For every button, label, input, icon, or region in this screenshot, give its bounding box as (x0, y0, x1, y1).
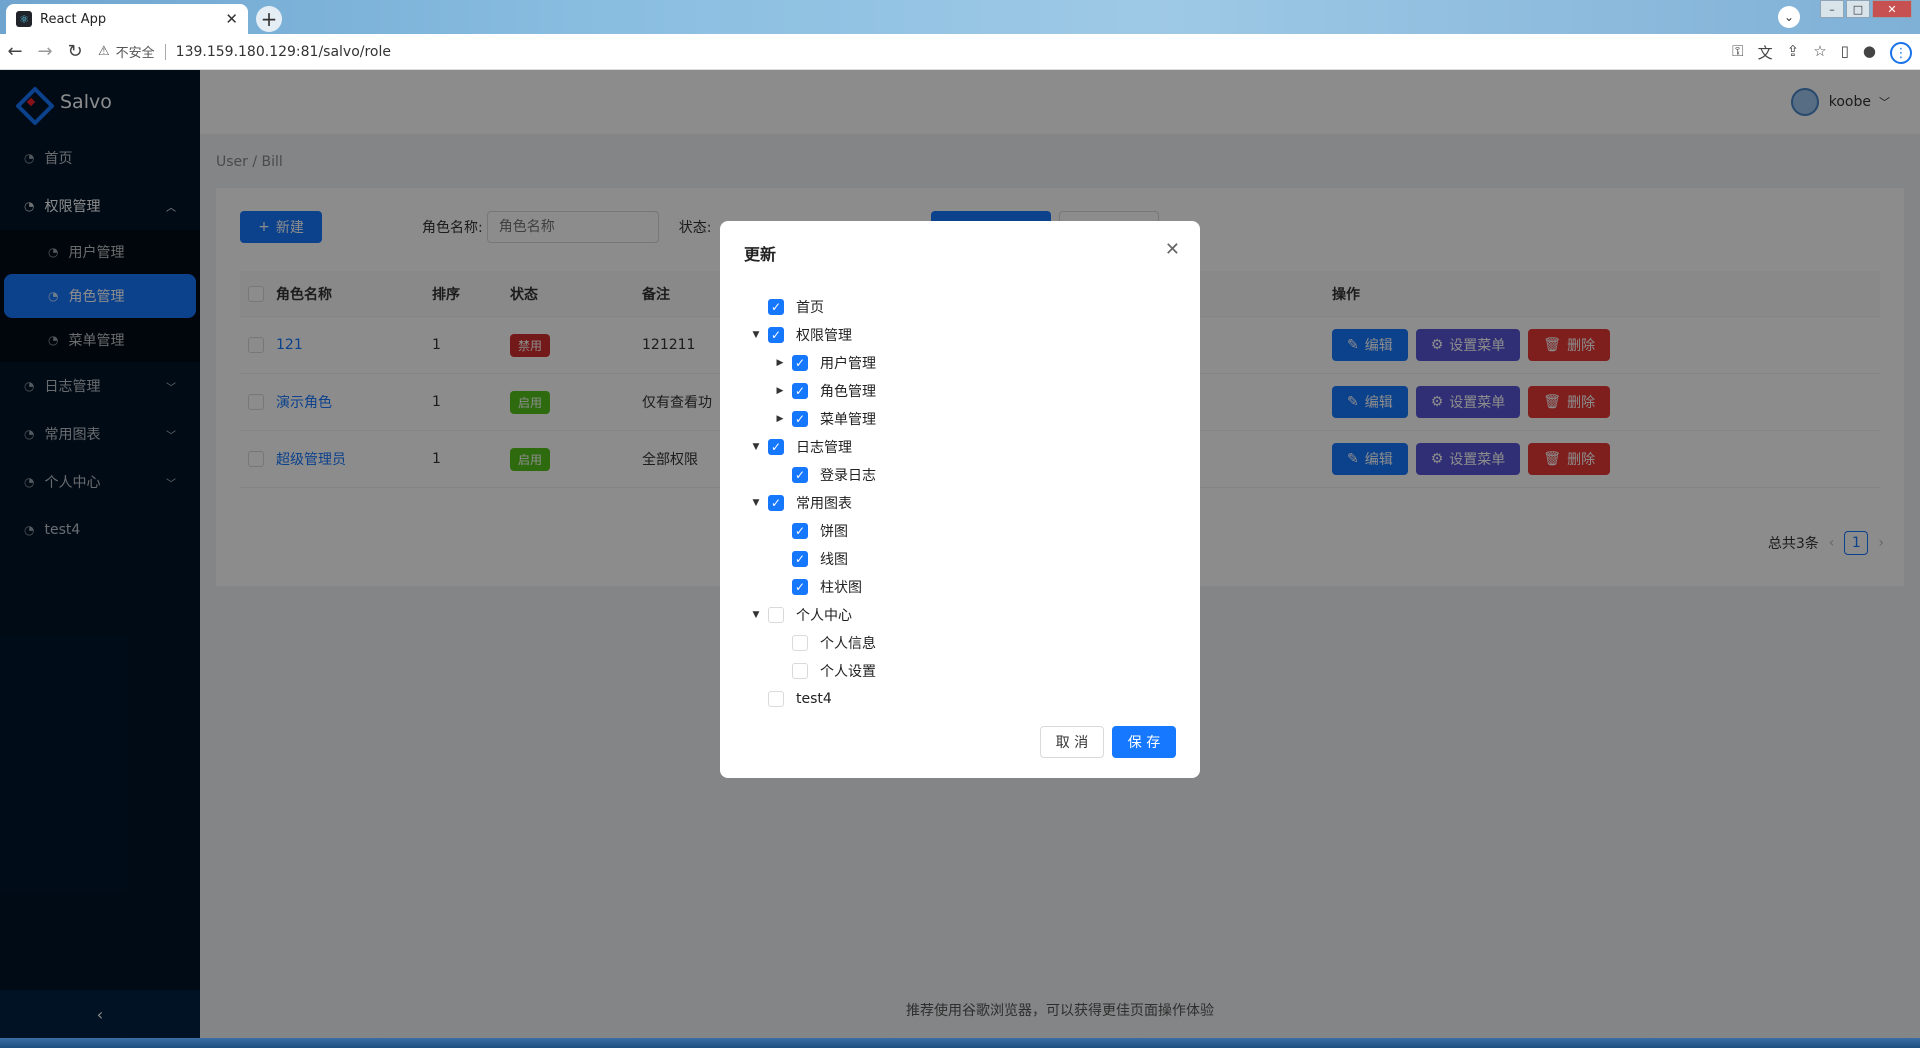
tree-node-label: 个人设置 (820, 664, 876, 680)
maximize-button[interactable]: □ (1846, 0, 1870, 18)
caret-right-icon[interactable]: ▶ (768, 414, 792, 424)
tree-node[interactable]: ✓ 饼图 (744, 517, 876, 545)
tree-node-label: test4 (796, 691, 832, 707)
divider (164, 43, 166, 60)
tree-checkbox[interactable]: ✓ (768, 327, 784, 343)
minimize-button[interactable]: – (1820, 0, 1844, 18)
window-controls: – □ ✕ (1820, 0, 1912, 18)
toolbar-actions: ⚿ 文 ⇪ ☆ ▯ ● ⋮ (1732, 42, 1912, 64)
update-modal: 更新 ✕ ✓ 首页 ▼ ✓ 权限管理 ▶ ✓ 用户管理 ▶ ✓ 角色管理 ▶ ✓ 菜单管理 ▼ ✓ 日… (720, 221, 1200, 778)
url-text[interactable]: 139.159.180.129:81/salvo/role (176, 44, 391, 60)
tree-checkbox[interactable] (768, 691, 784, 707)
tree-node[interactable]: ▼ 个人中心 (744, 601, 876, 629)
window-close-button[interactable]: ✕ (1872, 0, 1912, 18)
tree-checkbox[interactable]: ✓ (792, 579, 808, 595)
bookmark-star-icon[interactable]: ☆ (1813, 42, 1826, 64)
react-icon: ⚛ (16, 11, 32, 27)
back-icon[interactable]: ← (0, 41, 30, 62)
warning-icon: ⚠ (98, 44, 110, 59)
modal-footer: 取 消 保 存 (1040, 726, 1176, 758)
save-button[interactable]: 保 存 (1112, 726, 1176, 758)
tree-node-label: 线图 (820, 552, 848, 568)
caret-down-icon[interactable]: ▼ (744, 610, 768, 620)
os-taskbar (0, 1038, 1920, 1048)
tree-node-label: 首页 (796, 300, 824, 316)
tree-node-label: 个人中心 (796, 608, 852, 624)
tree-node-label: 角色管理 (820, 384, 876, 400)
tree-checkbox[interactable]: ✓ (768, 299, 784, 315)
forward-icon[interactable]: → (30, 41, 60, 62)
browser-toolbar: ← → ↻ ⚠ 不安全 139.159.180.129:81/salvo/rol… (0, 34, 1920, 70)
tree-checkbox[interactable] (792, 663, 808, 679)
tree-node-label: 权限管理 (796, 328, 852, 344)
tree-checkbox[interactable] (768, 607, 784, 623)
browser-menu-icon[interactable]: ⋮ (1890, 42, 1912, 64)
translate-icon[interactable]: 文 (1758, 42, 1773, 64)
tree-checkbox[interactable]: ✓ (792, 467, 808, 483)
tree-node-label: 登录日志 (820, 468, 876, 484)
tree-node[interactable]: ✓ 线图 (744, 545, 876, 573)
new-tab-button[interactable]: + (256, 6, 282, 32)
browser-tab[interactable]: ⚛ React App ✕ (6, 4, 248, 34)
caret-right-icon[interactable]: ▶ (768, 358, 792, 368)
tree-node-label: 菜单管理 (820, 412, 876, 428)
tree-node[interactable]: ▶ ✓ 角色管理 (744, 377, 876, 405)
tree-node-label: 个人信息 (820, 636, 876, 652)
cancel-button[interactable]: 取 消 (1040, 726, 1104, 758)
tree-checkbox[interactable]: ✓ (792, 523, 808, 539)
menu-tree: ✓ 首页 ▼ ✓ 权限管理 ▶ ✓ 用户管理 ▶ ✓ 角色管理 ▶ ✓ 菜单管理 ▼ ✓ 日志管理 ✓… (744, 293, 876, 713)
tree-node-label: 用户管理 (820, 356, 876, 372)
tree-checkbox[interactable] (792, 635, 808, 651)
share-icon[interactable]: ⇪ (1787, 42, 1800, 64)
tree-node-label: 常用图表 (796, 496, 852, 512)
tree-node-label: 饼图 (820, 524, 848, 540)
tree-node[interactable]: 个人信息 (744, 629, 876, 657)
address-bar[interactable]: ⚠ 不安全 139.159.180.129:81/salvo/role (98, 42, 391, 61)
tab-search-icon[interactable]: ⌄ (1778, 6, 1800, 28)
tab-title: React App (40, 11, 107, 27)
tree-node[interactable]: test4 (744, 685, 876, 713)
tree-node[interactable]: ▶ ✓ 菜单管理 (744, 405, 876, 433)
caret-down-icon[interactable]: ▼ (744, 442, 768, 452)
tree-checkbox[interactable]: ✓ (792, 551, 808, 567)
key-icon[interactable]: ⚿ (1732, 42, 1743, 64)
tree-node[interactable]: 个人设置 (744, 657, 876, 685)
tree-node[interactable]: ✓ 首页 (744, 293, 876, 321)
modal-title: 更新 (744, 245, 777, 264)
tree-checkbox[interactable]: ✓ (792, 411, 808, 427)
tree-checkbox[interactable]: ✓ (768, 495, 784, 511)
caret-down-icon[interactable]: ▼ (744, 498, 768, 508)
reload-icon[interactable]: ↻ (60, 41, 90, 62)
close-icon[interactable]: ✕ (1165, 239, 1180, 260)
close-icon[interactable]: ✕ (225, 10, 238, 28)
tree-checkbox[interactable]: ✓ (768, 439, 784, 455)
caret-down-icon[interactable]: ▼ (744, 330, 768, 340)
tree-checkbox[interactable]: ✓ (792, 383, 808, 399)
side-panel-icon[interactable]: ▯ (1841, 42, 1849, 64)
tree-node[interactable]: ▼ ✓ 常用图表 (744, 489, 876, 517)
tree-node-label: 柱状图 (820, 580, 862, 596)
browser-tab-strip: ⚛ React App ✕ + ⌄ – □ ✕ (0, 0, 1920, 34)
tree-node[interactable]: ▼ ✓ 日志管理 (744, 433, 876, 461)
tree-node[interactable]: ▼ ✓ 权限管理 (744, 321, 876, 349)
profile-icon[interactable]: ● (1863, 42, 1876, 64)
tree-checkbox[interactable]: ✓ (792, 355, 808, 371)
insecure-label: 不安全 (115, 46, 155, 61)
tree-node[interactable]: ✓ 登录日志 (744, 461, 876, 489)
tree-node[interactable]: ▶ ✓ 用户管理 (744, 349, 876, 377)
tree-node-label: 日志管理 (796, 440, 852, 456)
tree-node[interactable]: ✓ 柱状图 (744, 573, 876, 601)
caret-right-icon[interactable]: ▶ (768, 386, 792, 396)
